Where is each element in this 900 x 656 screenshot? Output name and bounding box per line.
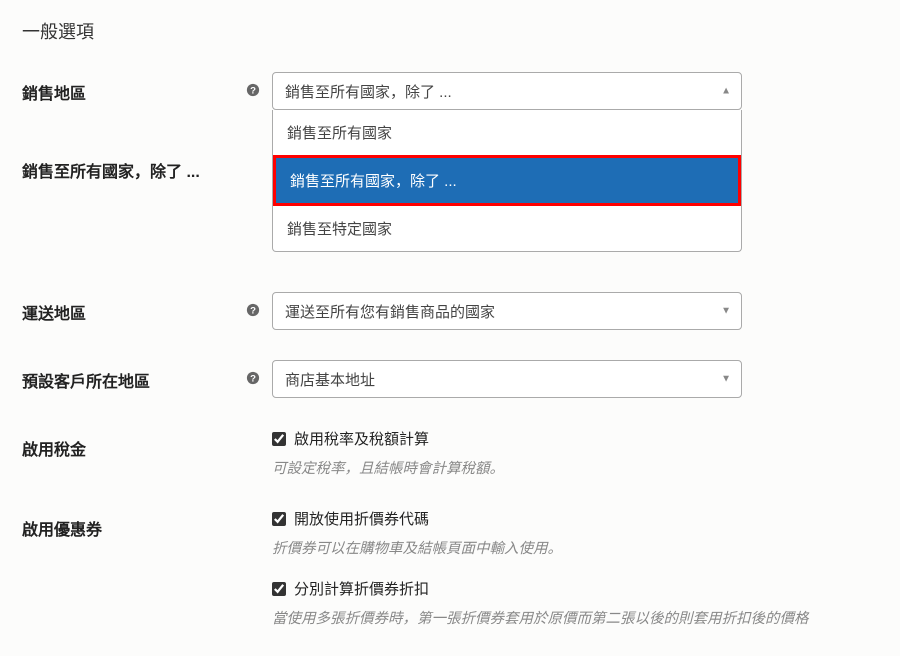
- dropdown-option-specific[interactable]: 銷售至特定國家: [273, 206, 741, 251]
- help-icon[interactable]: ?: [246, 83, 260, 101]
- selected-value: 銷售至所有國家，除了 ...: [285, 81, 452, 102]
- label-text: 啟用稅金: [22, 436, 86, 460]
- coupon-enable-checkbox[interactable]: [272, 512, 286, 526]
- enable-tax-checkbox-label: 啟用稅率及稅額計算: [294, 428, 429, 449]
- coupon-enable-checkbox-line: 開放使用折價券代碼: [272, 508, 878, 529]
- enable-tax-checkbox[interactable]: [272, 432, 286, 446]
- coupon-enable-help: 折價券可以在購物車及結帳頁面中輸入使用。: [272, 537, 878, 558]
- row-selling-region: 銷售地區 ? 銷售至所有國家，除了 ... ▲ 銷售至所有國家 銷售至所有國家，…: [22, 72, 878, 110]
- chevron-down-icon: ▼: [721, 374, 731, 385]
- help-icon[interactable]: ?: [246, 303, 260, 321]
- enable-coupon-control: 開放使用折價券代碼 折價券可以在購物車及結帳頁面中輸入使用。 分別計算折價券折扣…: [272, 508, 878, 628]
- label-default-customer-location: 預設客戶所在地區 ?: [22, 360, 272, 392]
- coupon-sequential-checkbox[interactable]: [272, 582, 286, 596]
- label-text: 啟用優惠券: [22, 516, 102, 540]
- chevron-down-icon: ▼: [721, 306, 731, 317]
- row-default-customer-location: 預設客戶所在地區 ? 商店基本地址 ▼: [22, 360, 878, 398]
- enable-tax-checkbox-line: 啟用稅率及稅額計算: [272, 428, 878, 449]
- row-enable-coupon: 啟用優惠券 開放使用折價券代碼 折價券可以在購物車及結帳頁面中輸入使用。 分別計…: [22, 508, 878, 628]
- label-text: 銷售至所有國家，除了 ...: [22, 158, 200, 182]
- selected-value: 運送至所有您有銷售商品的國家: [285, 301, 495, 322]
- default-customer-location-select[interactable]: 商店基本地址 ▼: [272, 360, 742, 398]
- label-selling-region: 銷售地區 ?: [22, 72, 272, 104]
- row-enable-tax: 啟用稅金 啟用稅率及稅額計算 可設定稅率，且結帳時會計算稅額。: [22, 428, 878, 478]
- default-customer-location-control: 商店基本地址 ▼: [272, 360, 742, 398]
- label-enable-coupon: 啟用優惠券: [22, 508, 272, 540]
- enable-tax-help: 可設定稅率，且結帳時會計算稅額。: [272, 457, 878, 478]
- svg-text:?: ?: [250, 306, 256, 317]
- label-text: 預設客戶所在地區: [22, 368, 150, 392]
- selected-value: 商店基本地址: [285, 369, 375, 390]
- coupon-sequential-checkbox-line: 分別計算折價券折扣: [272, 578, 878, 599]
- help-icon[interactable]: ?: [246, 371, 260, 389]
- selling-region-dropdown: 銷售至所有國家 銷售至所有國家，除了 ... 銷售至特定國家: [272, 110, 742, 252]
- selling-region-select[interactable]: 銷售至所有國家，除了 ... ▲: [272, 72, 742, 110]
- selling-region-control: 銷售至所有國家，除了 ... ▲ 銷售至所有國家 銷售至所有國家，除了 ... …: [272, 72, 742, 110]
- coupon-sequential-help: 當使用多張折價券時，第一張折價券套用於原價而第二張以後的則套用折扣後的價格: [272, 607, 878, 628]
- dropdown-option-all[interactable]: 銷售至所有國家: [273, 110, 741, 155]
- shipping-region-control: 運送至所有您有銷售商品的國家 ▼: [272, 292, 742, 330]
- dropdown-option-except[interactable]: 銷售至所有國家，除了 ...: [273, 155, 741, 206]
- svg-text:?: ?: [250, 374, 256, 385]
- label-shipping-region: 運送地區 ?: [22, 292, 272, 324]
- coupon-sequential-checkbox-label: 分別計算折價券折扣: [294, 578, 429, 599]
- label-sell-except: 銷售至所有國家，除了 ...: [22, 140, 272, 182]
- label-enable-tax: 啟用稅金: [22, 428, 272, 460]
- coupon-enable-checkbox-label: 開放使用折價券代碼: [294, 508, 429, 529]
- label-text: 運送地區: [22, 300, 86, 324]
- section-title: 一般選項: [22, 18, 878, 44]
- row-shipping-region: 運送地區 ? 運送至所有您有銷售商品的國家 ▼: [22, 292, 878, 330]
- enable-tax-control: 啟用稅率及稅額計算 可設定稅率，且結帳時會計算稅額。: [272, 428, 878, 478]
- label-text: 銷售地區: [22, 80, 86, 104]
- chevron-up-icon: ▲: [721, 86, 731, 97]
- shipping-region-select[interactable]: 運送至所有您有銷售商品的國家 ▼: [272, 292, 742, 330]
- svg-text:?: ?: [250, 86, 256, 97]
